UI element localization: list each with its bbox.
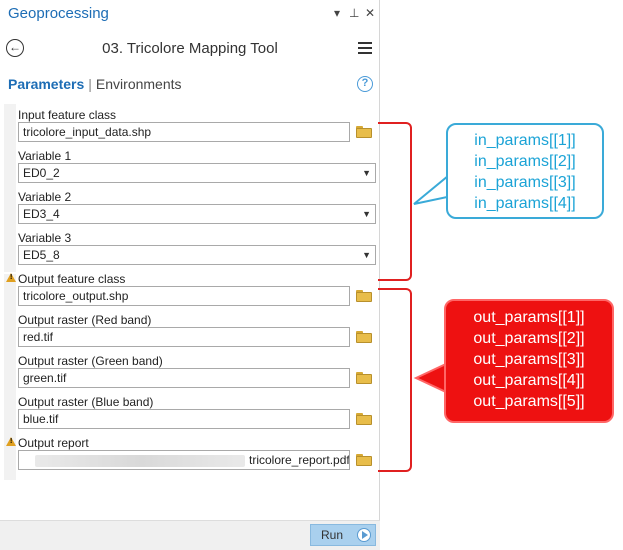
folder-browse-icon[interactable] [356,454,372,466]
output-green-field[interactable]: green.tif [18,368,350,388]
blurred-path [35,454,245,467]
variable-1-label: Variable 1 [18,149,72,163]
help-icon[interactable]: ? [357,76,373,92]
in-param-1: in_params[[1]] [474,132,576,149]
hamburger-menu-icon[interactable] [358,42,372,57]
input-params-strip [4,104,16,272]
output-feature-class-label: Output feature class [18,272,126,286]
tab-bar: Parameters | Environments [8,76,182,92]
footer-bar: Run [0,520,380,550]
variable-1-value: ED0_2 [23,166,60,180]
tab-parameters[interactable]: Parameters [8,76,84,92]
warning-icon: ! [6,437,16,446]
in-param-3: in_params[[3]] [474,174,576,191]
output-params-strip [4,274,16,480]
close-icon[interactable]: ✕ [365,6,375,20]
variable-2-label: Variable 2 [18,190,72,204]
pane-title-bar: Geoprocessing ▾ ⊥ ✕ [0,0,380,28]
out-params-callout: out_params[[1]] out_params[[2]] out_para… [444,299,614,423]
output-red-label: Output raster (Red band) [18,313,152,327]
folder-browse-icon[interactable] [356,290,372,302]
geoprocessing-pane: Geoprocessing ▾ ⊥ ✕ 03. Tricolore Mappin… [0,0,380,550]
variable-3-value: ED5_8 [23,248,60,262]
run-label: Run [321,528,344,542]
folder-browse-icon[interactable] [356,126,372,138]
input-params-bracket [378,122,412,281]
in-param-4: in_params[[4]] [474,195,576,212]
tool-title: 03. Tricolore Mapping Tool [102,40,278,57]
folder-browse-icon[interactable] [356,331,372,343]
tab-separator: | [88,76,92,92]
play-icon [357,528,371,542]
pin-icon[interactable]: ⊥ [349,6,359,20]
variable-3-dropdown[interactable]: ED5_8 ▼ [18,245,376,265]
chevron-down-icon: ▼ [362,209,371,219]
variable-1-dropdown[interactable]: ED0_2 ▼ [18,163,376,183]
warning-icon: ! [6,273,16,282]
out-callout-pointer [413,362,447,394]
variable-3-label: Variable 3 [18,231,72,245]
in-param-2: in_params[[2]] [474,153,576,170]
out-param-1: out_params[[1]] [473,309,585,326]
out-param-2: out_params[[2]] [473,330,585,347]
output-blue-field[interactable]: blue.tif [18,409,350,429]
output-report-label: Output report [18,436,89,450]
output-green-label: Output raster (Green band) [18,354,163,368]
out-param-3: out_params[[3]] [473,351,585,368]
out-param-5: out_params[[5]] [473,393,585,410]
output-blue-label: Output raster (Blue band) [18,395,154,409]
folder-browse-icon[interactable] [356,413,372,425]
run-button[interactable]: Run [310,524,376,546]
pane-menu-icon[interactable]: ▾ [334,6,340,20]
variable-2-value: ED3_4 [23,207,60,221]
output-report-value: tricolore_report.pdf [249,453,350,467]
output-red-field[interactable]: red.tif [18,327,350,347]
parameter-list: Input feature class tricolore_input_data… [4,104,376,480]
variable-2-dropdown[interactable]: ED3_4 ▼ [18,204,376,224]
back-arrow-icon[interactable]: ← [6,39,24,57]
pane-title: Geoprocessing [8,5,109,22]
folder-browse-icon[interactable] [356,372,372,384]
out-param-4: out_params[[4]] [473,372,585,389]
output-report-field[interactable]: tricolore_report.pdf [18,450,350,470]
tab-environments[interactable]: Environments [96,76,182,92]
output-feature-class-field[interactable]: tricolore_output.shp [18,286,350,306]
chevron-down-icon: ▼ [362,250,371,260]
input-feature-class-field[interactable]: tricolore_input_data.shp [18,122,350,142]
output-params-bracket [378,288,412,472]
in-params-callout: in_params[[1]] in_params[[2]] in_params[… [446,123,604,219]
chevron-down-icon: ▼ [362,168,371,178]
input-feature-class-label: Input feature class [18,108,117,122]
tool-header: 03. Tricolore Mapping Tool ← [0,32,380,66]
